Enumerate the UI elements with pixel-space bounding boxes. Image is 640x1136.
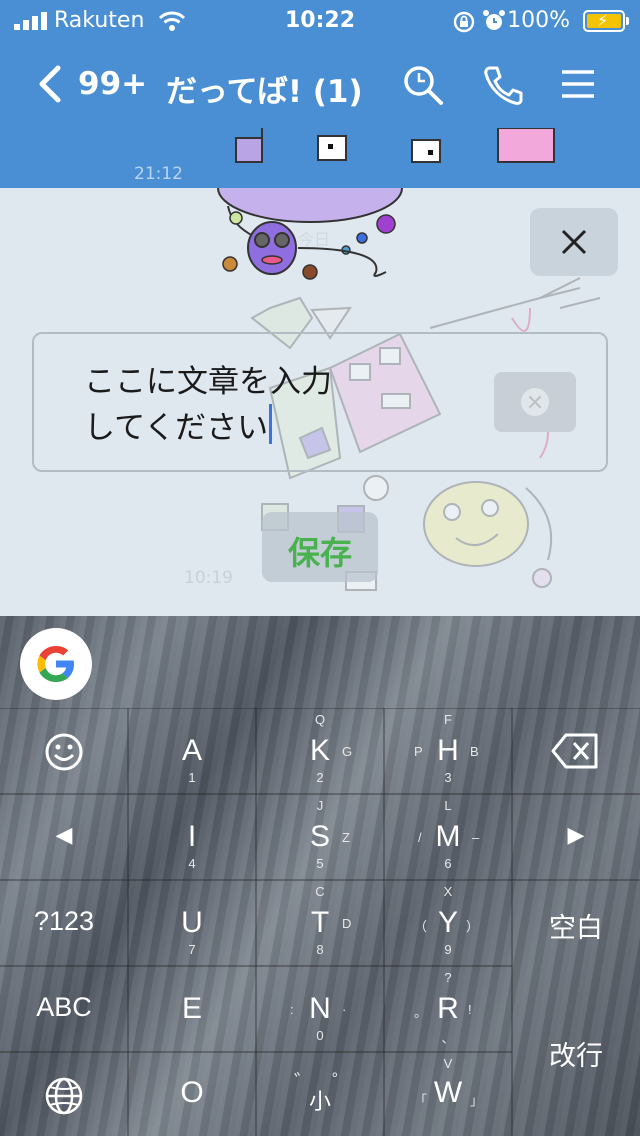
key-m[interactable]: L / M – 6: [384, 794, 512, 880]
key-i[interactable]: I 4: [128, 794, 256, 880]
key-o[interactable]: O: [128, 1052, 256, 1136]
message-timestamp: 21:12: [134, 164, 183, 184]
close-icon: [561, 229, 587, 255]
key-h[interactable]: F P H B 3: [384, 708, 512, 794]
emoji-icon: [45, 733, 83, 771]
battery-percent: 100%: [507, 8, 570, 33]
small-kana-key[interactable]: ゛ 小 ゜: [256, 1052, 384, 1136]
chat-background-top: 21:12: [0, 128, 640, 188]
globe-icon: [45, 1077, 83, 1115]
input-value: ここに文章を入力 してください: [84, 364, 332, 446]
close-button[interactable]: [530, 208, 618, 276]
battery-icon: ⚡: [583, 10, 629, 32]
return-key[interactable]: 改行: [512, 966, 640, 1136]
chat-title[interactable]: だってば! (1): [166, 66, 363, 111]
key-u[interactable]: U 7: [128, 880, 256, 966]
abc-key[interactable]: ABC: [0, 966, 128, 1052]
keyboard: A 1 Q K G 2 F P H B 3 ◀ I 4 J S Z 5 L / …: [0, 616, 640, 1136]
clear-button[interactable]: [494, 372, 576, 432]
phone-icon[interactable]: [482, 64, 524, 106]
numbers-key[interactable]: ?123: [0, 880, 128, 966]
cursor-left-key[interactable]: ◀: [0, 794, 128, 880]
google-button[interactable]: [20, 628, 92, 700]
key-w[interactable]: V 「 W 」: [384, 1052, 512, 1136]
message-timestamp: 10:19: [184, 568, 233, 588]
backspace-key[interactable]: [512, 708, 640, 794]
date-separator: 今日: [298, 230, 331, 249]
google-g-icon: [37, 646, 74, 682]
key-s[interactable]: J S Z 5: [256, 794, 384, 880]
header-bar: Rakuten 10:22 100% ⚡ 99+ だってば! (1): [0, 0, 640, 128]
globe-key[interactable]: [0, 1052, 128, 1136]
key-k[interactable]: Q K G 2: [256, 708, 384, 794]
save-button[interactable]: 保存: [262, 512, 378, 582]
nav-bar: 99+ だってば! (1): [0, 48, 640, 124]
text-caret: [269, 404, 273, 444]
status-bar: Rakuten 10:22 100% ⚡: [0, 0, 640, 42]
alarm-icon: [483, 10, 505, 30]
key-t[interactable]: C T D 8: [256, 880, 384, 966]
key-y[interactable]: X （ Y ） 9: [384, 880, 512, 966]
unread-count[interactable]: 99+: [78, 66, 147, 102]
sticker-fragment: [235, 128, 555, 163]
key-e[interactable]: E: [128, 966, 256, 1052]
save-label: 保存: [287, 534, 352, 572]
key-n[interactable]: : N · 0: [256, 966, 384, 1052]
emoji-key[interactable]: [0, 708, 128, 794]
cursor-right-key[interactable]: ▶: [512, 794, 640, 880]
text-input[interactable]: ここに文章を入力 してください: [32, 332, 608, 472]
rotation-lock-icon: [453, 11, 475, 33]
space-key[interactable]: 空白: [512, 880, 640, 966]
key-a[interactable]: A 1: [128, 708, 256, 794]
search-icon[interactable]: [402, 64, 444, 106]
key-r[interactable]: ? 。 R ! 、: [384, 966, 512, 1052]
clear-icon: [521, 388, 549, 416]
backspace-icon: [551, 733, 598, 769]
back-chevron-icon[interactable]: [36, 64, 62, 104]
menu-icon[interactable]: [560, 64, 596, 104]
input-text[interactable]: ここに文章を入力 してください: [84, 360, 524, 450]
